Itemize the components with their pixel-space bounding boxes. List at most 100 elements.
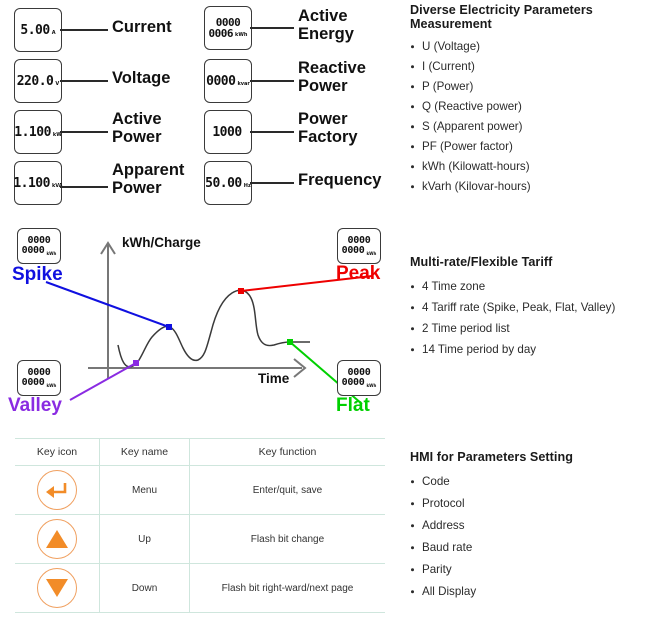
- list-item-label: 14 Time period by day: [422, 343, 537, 356]
- triangle-down-glyph: [46, 579, 68, 597]
- bullet-icon: [411, 44, 415, 49]
- list-item: Protocol: [410, 497, 672, 510]
- tariff-meter-spike-row2: 0000: [21, 245, 45, 256]
- tariff-meter-peak: 0000 0000 kWh: [337, 228, 381, 264]
- tariff-chart: kWh/Charge Time 0000 0000 kWh 0000 0000 …: [0, 220, 400, 420]
- bullet-icon: [411, 64, 415, 69]
- tariff-meter-peak-row2: 0000: [341, 245, 365, 256]
- meter-power-factory-value: 1000: [212, 124, 242, 140]
- bullet-icon: [411, 479, 415, 484]
- bullet-icon: [411, 347, 415, 352]
- tariff-meter-valley-unit: kWh: [46, 383, 57, 388]
- table-header-row: Key icon Key name Key function: [15, 438, 385, 466]
- meter-apparent-power: 1.100 kVA: [13, 161, 63, 205]
- list-item-label: PF (Power factor): [422, 140, 513, 153]
- meter-frequency-value: 50.00: [205, 175, 242, 191]
- meter-reactive-power: 0000 kvar: [204, 59, 252, 103]
- list-item-label: Code: [422, 475, 450, 488]
- table-cell-name: Up: [99, 514, 190, 564]
- triangle-up-icon[interactable]: [37, 519, 77, 559]
- meter-label-power-factory: Power Factory: [298, 110, 358, 146]
- tariff-meter-peak-unit: kWh: [366, 251, 377, 256]
- list-item: kVarh (Kilovar-hours): [410, 180, 672, 193]
- bullet-icon: [411, 104, 415, 109]
- tariff-meter-spike: 0000 0000 kWh: [17, 228, 61, 264]
- panel-tariff-list: 4 Time zone 4 Tariff rate (Spike, Peak, …: [410, 280, 672, 356]
- list-item: Code: [410, 475, 672, 488]
- panel-hmi-title: HMI for Parameters Setting: [410, 450, 573, 464]
- table-row: Down Flash bit right-ward/next page: [15, 563, 385, 613]
- list-item-label: 2 Time period list: [422, 322, 510, 335]
- triangle-down-icon[interactable]: [37, 568, 77, 608]
- bullet-icon: [411, 284, 415, 289]
- bullet-icon: [411, 124, 415, 129]
- meter-current-value: 5.00: [20, 22, 50, 38]
- list-item: All Display: [410, 585, 672, 598]
- meter-frequency-unit: Hz: [243, 182, 251, 189]
- list-item: 4 Time zone: [410, 280, 672, 293]
- leader-line-voltage: [60, 80, 108, 82]
- marker-valley: [133, 360, 139, 366]
- list-item: 14 Time period by day: [410, 343, 672, 356]
- list-item: PF (Power factor): [410, 140, 672, 153]
- bullet-icon: [411, 144, 415, 149]
- leader-line-power-factory: [250, 131, 294, 133]
- bullet-icon: [411, 567, 415, 572]
- panel-measurement-title: Diverse Electricity Parameters Measureme…: [410, 3, 593, 31]
- meter-voltage: 220.0 V: [14, 59, 62, 103]
- bullet-icon: [411, 523, 415, 528]
- meter-active-power-value: 1.100: [14, 124, 51, 140]
- triangle-up-glyph: [46, 530, 68, 548]
- list-item: U (Voltage): [410, 40, 672, 53]
- meter-frequency: 50.00 Hz: [204, 161, 252, 205]
- tariff-label-peak: Peak: [336, 263, 381, 284]
- bullet-icon: [411, 164, 415, 169]
- table-header-key-icon: Key icon: [15, 438, 100, 466]
- list-item: Baud rate: [410, 541, 672, 554]
- meter-label-current: Current: [112, 18, 172, 36]
- key-function-table: Key icon Key name Key function Menu Ente…: [15, 438, 385, 613]
- bullet-icon: [411, 305, 415, 310]
- list-item-label: All Display: [422, 585, 477, 598]
- bullet-icon: [411, 545, 415, 550]
- bullet-icon: [411, 184, 415, 189]
- list-item: kWh (Kilowatt-hours): [410, 160, 672, 173]
- bullet-icon: [411, 589, 415, 594]
- list-item: Q (Reactive power): [410, 100, 672, 113]
- table-cell-icon: [15, 563, 100, 613]
- meter-active-energy-unit: kWh: [235, 32, 248, 38]
- leader-line-frequency: [250, 182, 294, 184]
- table-cell-function: Flash bit change: [189, 514, 385, 564]
- tariff-meter-flat-row2: 0000: [341, 377, 365, 388]
- y-axis-label: kWh/Charge: [122, 235, 201, 250]
- list-item: 4 Tariff rate (Spike, Peak, Flat, Valley…: [410, 301, 672, 314]
- meter-voltage-value: 220.0: [16, 73, 54, 89]
- bullet-icon: [411, 326, 415, 331]
- leader-line-reactive-power: [250, 80, 294, 82]
- x-axis-label: Time: [258, 371, 290, 386]
- leader-line-apparent-power: [60, 186, 108, 188]
- table-cell-name: Down: [99, 563, 190, 613]
- table-header-key-name: Key name: [99, 438, 190, 466]
- list-item: S (Apparent power): [410, 120, 672, 133]
- load-profile-curve: [117, 289, 310, 368]
- table-cell-function: Enter/quit, save: [189, 465, 385, 515]
- panel-tariff: Multi-rate/Flexible Tariff 4 Time zone 4…: [410, 255, 672, 364]
- list-item-label: Parity: [422, 563, 452, 576]
- bullet-icon: [411, 84, 415, 89]
- enter-arrow-icon[interactable]: [37, 470, 77, 510]
- list-item-label: 4 Time zone: [422, 280, 486, 293]
- meter-active-energy-value-row2: 0006: [208, 27, 234, 40]
- list-item-label: I (Current): [422, 60, 475, 73]
- list-item: Address: [410, 519, 672, 532]
- tariff-meter-valley: 0000 0000 kWh: [17, 360, 61, 396]
- meter-power-factory: 1000: [204, 110, 252, 154]
- marker-flat: [287, 339, 293, 345]
- panel-measurement-list: U (Voltage) I (Current) P (Power) Q (Rea…: [410, 40, 672, 193]
- list-item-label: kWh (Kilowatt-hours): [422, 160, 530, 173]
- panel-hmi: HMI for Parameters Setting Code Protocol…: [410, 450, 672, 607]
- panel-tariff-title: Multi-rate/Flexible Tariff: [410, 255, 553, 269]
- list-item-label: Protocol: [422, 497, 465, 510]
- leader-line-active-energy: [250, 27, 294, 29]
- table-cell-name: Menu: [99, 465, 190, 515]
